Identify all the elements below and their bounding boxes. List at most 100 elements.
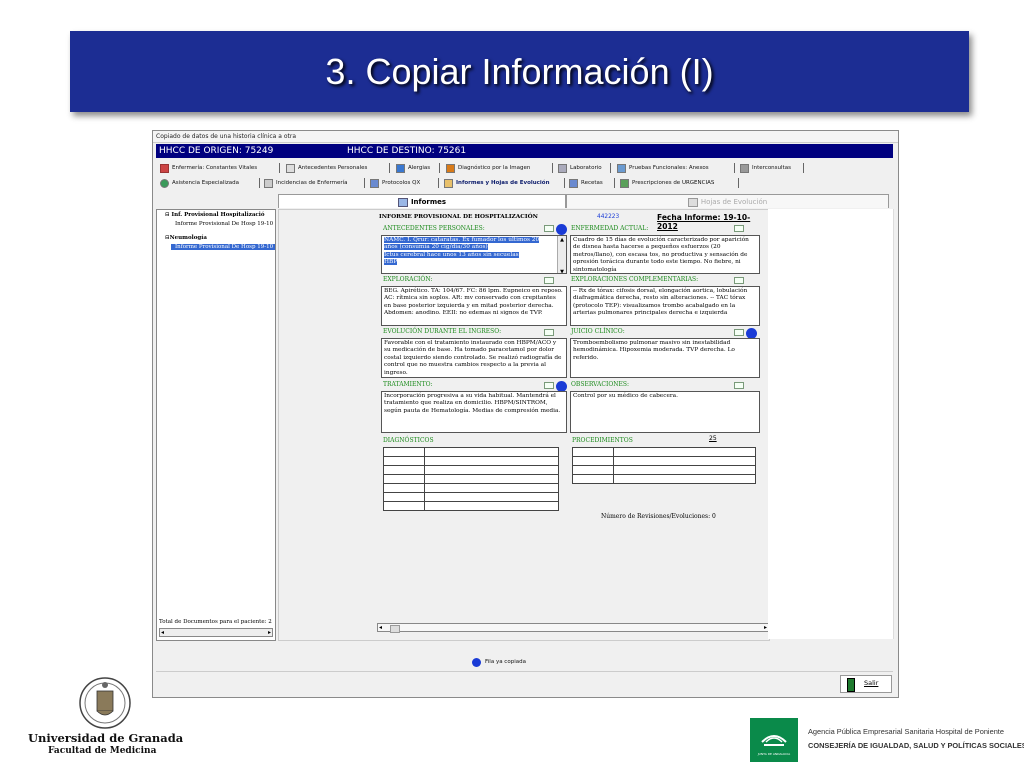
table-row xyxy=(572,456,756,466)
copy-enfermedad-icon[interactable] xyxy=(734,225,744,232)
tab-informes[interactable]: Informes xyxy=(278,194,566,208)
antecedentes-scrollbar[interactable]: ▲ ▼ xyxy=(557,236,566,273)
copy-exploracion-icon[interactable] xyxy=(544,277,554,284)
exploracion-label: EXPLORACIÓN: xyxy=(383,276,433,283)
tool-interconsultas[interactable]: Interconsultas xyxy=(740,162,791,174)
tool-pruebas-funcionales[interactable]: Pruebas Funcionales: Anexos xyxy=(617,162,709,174)
app-window: Copiado de datos de una historia clínica… xyxy=(152,130,899,698)
table-row xyxy=(383,474,559,484)
juicio-clinico-field[interactable]: Tromboembolismo pulmonar masivo sin ines… xyxy=(570,338,760,378)
report-horizontal-scrollbar[interactable]: ◂ ▸ xyxy=(377,623,769,633)
tab-strip: Informes Hojas de Evolución xyxy=(156,193,893,209)
pencil-icon xyxy=(160,163,169,173)
university-seal-logo xyxy=(70,675,140,731)
tool-incidencias-enfermeria[interactable]: Incidencias de Enfermería xyxy=(264,177,348,189)
people-icon xyxy=(286,163,295,173)
exploracion-field[interactable]: BEG. Apirético. TA: 104/67. FC: 86 lpm. … xyxy=(381,286,567,326)
chart-icon xyxy=(617,163,626,173)
total-documents: Total de Documentos para el paciente: 2 xyxy=(159,619,272,625)
folder-icon xyxy=(397,197,408,207)
observaciones-label: OBSERVACIONES: xyxy=(571,381,630,388)
toolbar-row-1: Enfermería: Constantes Vitales Anteceden… xyxy=(156,161,893,175)
table-row xyxy=(383,483,559,493)
tool-alergias[interactable]: Alergias xyxy=(396,162,430,174)
faculty-name: Facultad de Medicina xyxy=(48,746,157,756)
tool-diagnostico-imagen[interactable]: Diagnóstico por la Imagen xyxy=(446,162,530,174)
tool-recetas[interactable]: Recetas xyxy=(569,177,603,189)
copy-tratamiento-icon[interactable] xyxy=(544,382,554,389)
procedimientos-table[interactable] xyxy=(572,447,756,484)
observaciones-field[interactable]: Control por su médico de cabecera. xyxy=(570,391,760,433)
exit-button[interactable]: Salir xyxy=(840,675,892,693)
report-icon xyxy=(444,178,453,188)
tool-laboratorio[interactable]: Laboratorio xyxy=(558,162,602,174)
flask-icon xyxy=(558,163,567,173)
diagnosticos-table[interactable] xyxy=(383,447,559,511)
diagnosticos-label: DIAGNÓSTICOS xyxy=(383,437,434,444)
clipboard-icon xyxy=(370,178,379,188)
nurse-icon xyxy=(264,178,273,188)
table-row xyxy=(383,447,559,457)
alert-icon xyxy=(396,163,405,173)
junta-andalucia-logo: JUNTA DE ANDALUCIA xyxy=(750,718,798,762)
status-dot xyxy=(472,658,481,667)
enfermedad-actual-field[interactable]: Cuadro de 15 días de evolución caracteri… xyxy=(570,235,760,274)
door-icon xyxy=(847,678,855,692)
antecedentes-status-dot[interactable] xyxy=(556,224,567,235)
evolucion-label: EVOLUCIÓN DURANTE EL INGRESO: xyxy=(383,328,502,335)
antecedentes-label: ANTECEDENTES PERSONALES: xyxy=(383,225,485,232)
table-row xyxy=(572,465,756,475)
tool-asistencia-especializada[interactable]: Asistencia Especializada xyxy=(160,177,239,189)
tree-item-informe-1[interactable]: Informe Provisional De Hosp 19-10 xyxy=(175,221,273,227)
exploraciones-complementarias-field[interactable]: -- Rx de tórax: cifosis dorsal, elongaci… xyxy=(570,286,760,326)
copy-antecedentes-icon[interactable] xyxy=(544,225,554,232)
scroll-left-icon[interactable]: ◂ xyxy=(379,624,382,632)
report-heading: INFORME PROVISIONAL DE HOSPITALIZACIÓN xyxy=(379,214,538,220)
hhcc-origin: HHCC DE ORIGEN: 75249 xyxy=(159,146,274,156)
scroll-left-icon[interactable]: ◂ xyxy=(161,629,164,637)
tab-hojas-evolucion[interactable]: Hojas de Evolución xyxy=(566,194,889,208)
tree-horizontal-scrollbar[interactable]: ◂ ▸ xyxy=(159,628,273,637)
consejeria-name: CONSEJERÍA DE IGUALDAD, SALUD Y POLÍTICA… xyxy=(808,741,1024,750)
copy-evolucion-icon[interactable] xyxy=(544,329,554,336)
tool-constantes-vitales[interactable]: Enfermería: Constantes Vitales xyxy=(160,162,257,174)
report-date: Fecha Informe: 19-10-2012 xyxy=(657,213,751,231)
copy-juicio-icon[interactable] xyxy=(734,329,744,336)
tool-protocolos-qx[interactable]: Protocolos QX xyxy=(370,177,420,189)
right-empty-panel xyxy=(768,209,894,639)
table-row xyxy=(572,447,756,457)
tool-informes-hojas-evolucion[interactable]: Informes y Hojas de Evolución xyxy=(444,177,550,189)
scroll-thumb[interactable] xyxy=(390,625,400,633)
table-row xyxy=(383,456,559,466)
window-title: Copiado de datos de una historia clínica… xyxy=(153,131,898,143)
slide-title-banner: 3. Copiar Información (I) xyxy=(70,31,969,112)
table-row xyxy=(383,465,559,475)
antecedentes-field[interactable]: NAMC. I. Qrur: cataratas. Ex fumador los… xyxy=(381,235,567,274)
search-icon xyxy=(160,178,169,188)
copy-exploraciones-icon[interactable] xyxy=(734,277,744,284)
scroll-right-icon[interactable]: ▸ xyxy=(764,624,767,632)
tree-group-neumologia[interactable]: ⊟Neumología xyxy=(165,235,207,241)
toolbar-row-2: Asistencia Especializada Incidencias de … xyxy=(156,176,893,190)
tool-prescripciones-urgencias[interactable]: Prescripciones de URGENCIAS xyxy=(620,177,714,189)
revisiones-count: Número de Revisiones/Evoluciones: 0 xyxy=(601,513,716,520)
juicio-clinico-label: JUICIO CLÍNICO: xyxy=(571,328,625,335)
table-row xyxy=(383,501,559,511)
hhcc-destination: HHCC DE DESTINO: 75261 xyxy=(347,146,467,156)
junta-small-text: JUNTA DE ANDALUCIA xyxy=(757,752,791,756)
enfermedad-actual-label: ENFERMEDAD ACTUAL: xyxy=(571,225,649,232)
tool-antecedentes-personales[interactable]: Antecedentes Personales xyxy=(286,162,367,174)
image-icon xyxy=(446,163,455,173)
evolucion-field[interactable]: Favorable con el tratamiento instaurado … xyxy=(381,338,567,378)
table-row xyxy=(572,474,756,484)
scroll-right-icon[interactable]: ▸ xyxy=(268,629,271,637)
university-name: Universidad de Granada xyxy=(28,731,184,745)
procedimientos-label: PROCEDIMIENTOS xyxy=(572,437,633,444)
procedimientos-mark[interactable]: 25 xyxy=(709,435,717,442)
tree-group-inf-provisional[interactable]: ⊟ Inf. Provisional Hospitalizació xyxy=(165,212,264,218)
copy-observaciones-icon[interactable] xyxy=(734,382,744,389)
prescription-icon xyxy=(569,178,578,188)
tree-item-informe-2[interactable]: Informe Provisional De Hosp 19-10 xyxy=(171,244,275,250)
tratamiento-field[interactable]: Incorporación progresiva a su vida habit… xyxy=(381,391,567,433)
report-area: INFORME PROVISIONAL DE HOSPITALIZACIÓN 4… xyxy=(278,209,770,641)
